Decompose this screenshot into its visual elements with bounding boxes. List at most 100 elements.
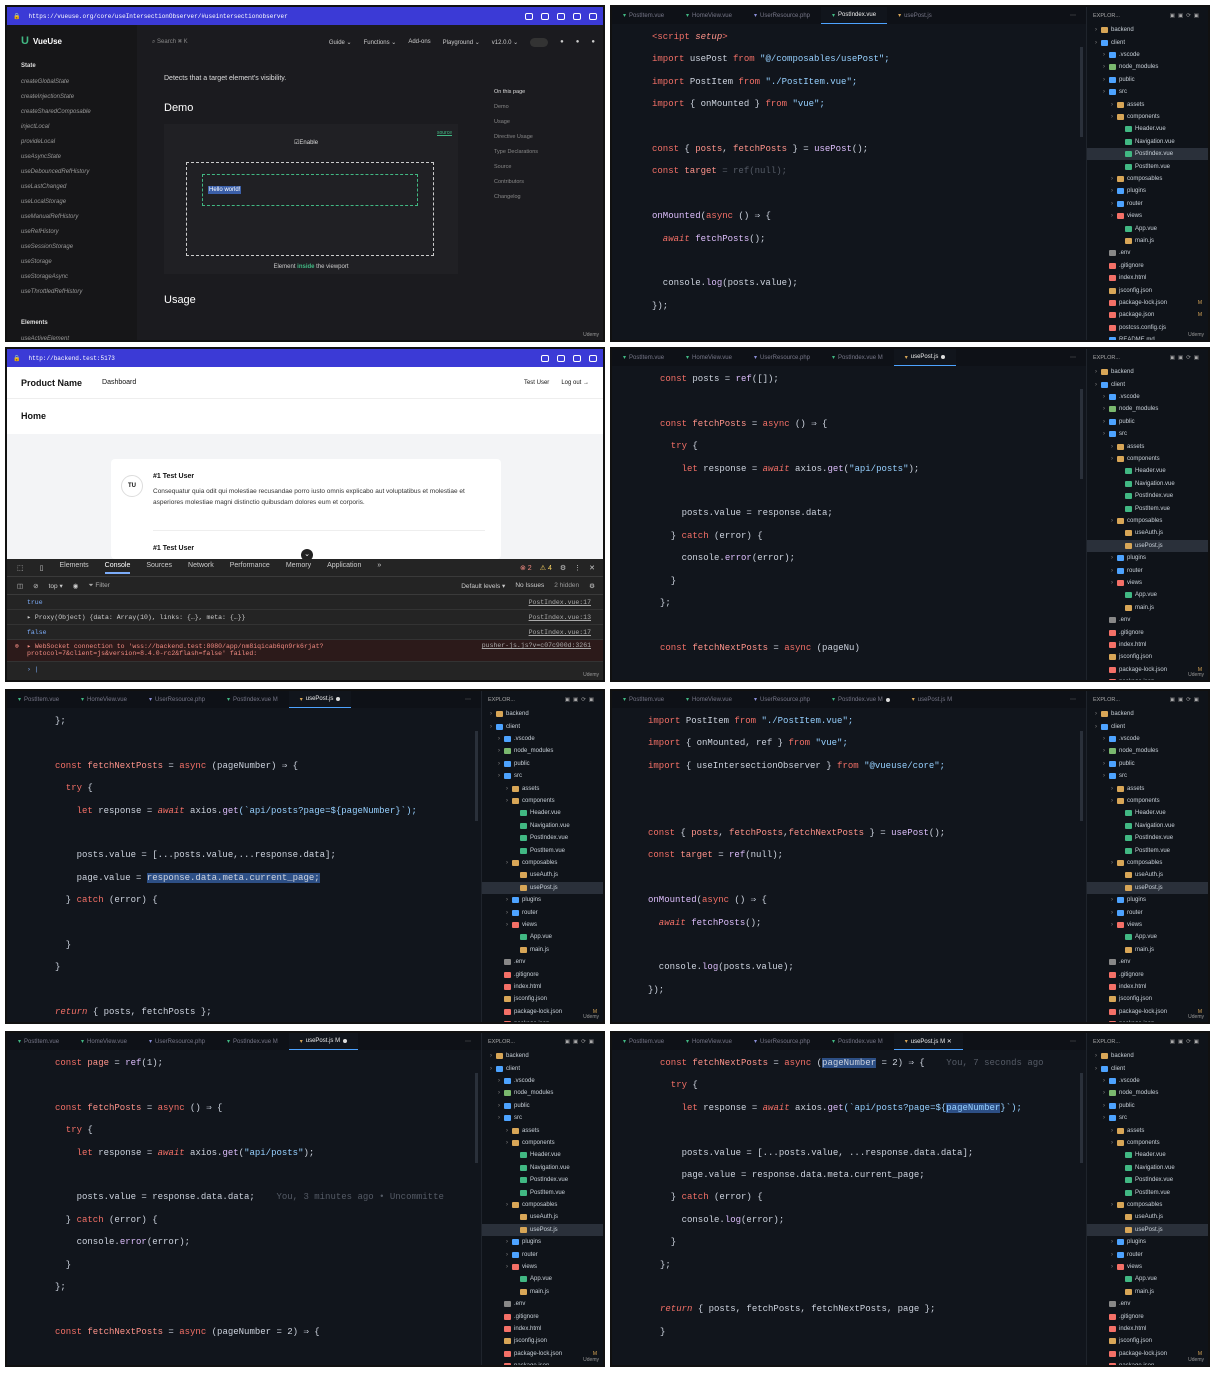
tree-item[interactable]: .env: [1087, 956, 1208, 968]
discord-icon[interactable]: ●: [576, 39, 580, 45]
toc-item[interactable]: Directive Usage: [494, 130, 538, 145]
tree-item[interactable]: › assets: [482, 782, 603, 794]
tree-item[interactable]: › components: [482, 1137, 603, 1149]
tree-item[interactable]: › public: [1087, 74, 1208, 86]
tree-item[interactable]: › assets: [1087, 782, 1208, 794]
github-icon[interactable]: ●: [560, 39, 564, 45]
tree-item[interactable]: › views: [482, 919, 603, 931]
screenshot-icon[interactable]: [557, 354, 565, 362]
editor-tab[interactable]: ▾ usePost.js: [887, 7, 943, 24]
tree-item[interactable]: › router: [482, 906, 603, 918]
scrollbar[interactable]: [475, 731, 478, 821]
theme-toggle[interactable]: [530, 37, 549, 47]
tree-item[interactable]: .env: [482, 1298, 603, 1310]
tree-item[interactable]: › plugins: [1087, 1236, 1208, 1248]
code-area[interactable]: }; const fetchNextPosts = async (pageNumb…: [7, 708, 481, 1022]
inspect-icon[interactable]: ⬚: [17, 564, 24, 572]
tree-item[interactable]: › node_modules: [482, 745, 603, 757]
vueuse-logo[interactable]: U VueUse: [21, 35, 123, 47]
issues-badge[interactable]: No Issues: [515, 582, 544, 589]
editor-tab[interactable]: ▾ HomeView.vue: [70, 1033, 138, 1050]
more-actions-icon[interactable]: ⋯: [1070, 1033, 1086, 1050]
tree-item[interactable]: useAuth.js: [1087, 527, 1208, 539]
gear-icon[interactable]: ⚙: [560, 564, 566, 572]
explorer-actions-icon[interactable]: ▣▣⟳▣: [1170, 13, 1202, 19]
tree-item[interactable]: PostIndex.vue: [1087, 832, 1208, 844]
tree-item[interactable]: › composables: [1087, 857, 1208, 869]
tree-item[interactable]: › public: [482, 1100, 603, 1112]
tree-item[interactable]: App.vue: [482, 931, 603, 943]
editor-tab[interactable]: ▾ usePost.js M ✕: [893, 1033, 963, 1050]
tree-item[interactable]: .gitignore: [1087, 1310, 1208, 1322]
tree-item[interactable]: .gitignore: [1087, 260, 1208, 272]
gear-icon[interactable]: ⚙: [589, 582, 603, 590]
tree-item[interactable]: › .vscode: [1087, 391, 1208, 403]
tree-item[interactable]: PostIndex.vue: [1087, 148, 1208, 161]
editor-tab[interactable]: ▾ HomeView.vue: [675, 349, 743, 366]
devtools-tab[interactable]: »: [377, 562, 381, 574]
more-actions-icon[interactable]: ⋯: [465, 1033, 481, 1050]
editor-tab[interactable]: ▾ UserResource.php: [138, 1033, 216, 1050]
tree-item[interactable]: usePost.js: [1087, 1223, 1208, 1236]
tree-item[interactable]: › composables: [482, 857, 603, 869]
address-url[interactable]: https://vueuse.org/core/useIntersectionO…: [28, 13, 517, 20]
tree-item[interactable]: › views: [482, 1261, 603, 1273]
explorer-actions-icon[interactable]: ▣▣⟳▣: [565, 697, 597, 703]
tree-item[interactable]: › client: [1087, 720, 1208, 732]
more-actions-icon[interactable]: ⋯: [1070, 349, 1086, 366]
tree-item[interactable]: › views: [1087, 210, 1208, 222]
code-area[interactable]: const page = ref(1); const fetchPosts = a…: [7, 1050, 481, 1365]
editor-tab[interactable]: ▾ usePost.js M: [901, 691, 963, 708]
tree-item[interactable]: useAuth.js: [1087, 1211, 1208, 1223]
eye-icon[interactable]: ◉: [73, 582, 79, 590]
scrollbar[interactable]: [1080, 1073, 1083, 1163]
tree-item[interactable]: .gitignore: [482, 1310, 603, 1322]
devtools-tab[interactable]: Network: [188, 562, 214, 574]
tree-item[interactable]: › composables: [482, 1199, 603, 1211]
tree-item[interactable]: › .vscode: [482, 733, 603, 745]
editor-tab[interactable]: ▾ PostIndex.vue M: [821, 1033, 894, 1050]
tree-item[interactable]: › assets: [1087, 1124, 1208, 1136]
tree-item[interactable]: › components: [482, 795, 603, 807]
sidebar-item[interactable]: injectLocal: [21, 120, 123, 135]
tree-item[interactable]: › backend: [1087, 366, 1208, 378]
tree-item[interactable]: main.js: [1087, 944, 1208, 956]
sidebar-item[interactable]: useSessionStorage: [21, 240, 123, 255]
tree-item[interactable]: useAuth.js: [1087, 869, 1208, 881]
devtools-tab[interactable]: Sources: [146, 562, 172, 574]
tree-item[interactable]: index.html: [1087, 981, 1208, 993]
tree-item[interactable]: › components: [1087, 111, 1208, 123]
editor-tab[interactable]: ▾ PostIndex.vue M: [821, 691, 901, 708]
tree-item[interactable]: main.js: [1087, 602, 1208, 614]
toc-item[interactable]: Changelog: [494, 190, 538, 205]
tree-item[interactable]: Header.vue: [1087, 807, 1208, 819]
editor-tab[interactable]: ▾ UserResource.php: [138, 691, 216, 708]
tree-item[interactable]: Header.vue: [1087, 1149, 1208, 1161]
tree-item[interactable]: › node_modules: [482, 1087, 603, 1099]
link-icon[interactable]: [541, 354, 549, 362]
tree-item[interactable]: › router: [1087, 564, 1208, 576]
editor-tab[interactable]: ▾ HomeView.vue: [70, 691, 138, 708]
address-url[interactable]: http://backend.test:5173: [28, 355, 533, 362]
tree-item[interactable]: jsconfig.json: [1087, 993, 1208, 1005]
tree-item[interactable]: useAuth.js: [482, 1211, 603, 1223]
editor-tab[interactable]: ▾ PostItem.vue: [7, 1033, 70, 1050]
log-source-link[interactable]: PostIndex.vue:17: [529, 629, 591, 636]
screenshot-icon[interactable]: [541, 12, 549, 20]
more-actions-icon[interactable]: ⋯: [1070, 7, 1086, 24]
sidebar-item[interactable]: useStorageAsync: [21, 270, 123, 285]
editor-tab[interactable]: ▾ HomeView.vue: [675, 7, 743, 24]
sidebar-item[interactable]: useDebouncedRefHistory: [21, 165, 123, 180]
toc-item[interactable]: Demo: [494, 100, 538, 115]
more-actions-icon[interactable]: ⋯: [465, 691, 481, 708]
browser-address-bar[interactable]: 🔒 http://backend.test:5173: [7, 349, 603, 367]
settings-icon[interactable]: [589, 354, 597, 362]
editor-tab[interactable]: ▾ PostItem.vue: [612, 7, 675, 24]
sidebar-item[interactable]: createInjectionState: [21, 90, 123, 105]
levels-select[interactable]: Default levels ▾: [461, 582, 505, 590]
tree-item[interactable]: .gitignore: [1087, 626, 1208, 638]
console-log-row[interactable]: true PostIndex.vue:17: [7, 595, 603, 610]
tree-item[interactable]: › client: [1087, 1062, 1208, 1074]
tree-item[interactable]: index.html: [482, 981, 603, 993]
devtools-tab[interactable]: Elements: [59, 562, 88, 574]
